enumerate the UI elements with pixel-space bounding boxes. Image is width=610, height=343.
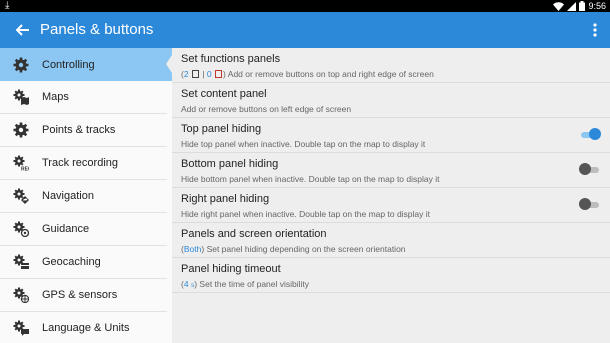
timeout-value: 4: [183, 279, 189, 289]
sidebar-item-label: Maps: [42, 91, 69, 103]
sidebar-item-label: Geocaching: [42, 256, 101, 268]
svg-text:REC: REC: [21, 167, 29, 172]
more-vert-icon[interactable]: [588, 19, 602, 41]
sidebar-item-label: GPS & sensors: [42, 289, 118, 301]
setting-title: Set functions panels: [181, 53, 281, 65]
sidebar-item-controlling[interactable]: Controlling: [0, 48, 172, 81]
sidebar-item-label: Controlling: [42, 58, 95, 71]
maps-gear-icon: [0, 89, 42, 105]
setting-top-panel-hiding[interactable]: Top panel hiding Hide top panel when ina…: [172, 118, 610, 153]
arrow-back-icon[interactable]: [12, 19, 34, 41]
setting-panels-orientation[interactable]: Panels and screen orientation (Both) Set…: [172, 223, 610, 258]
setting-description: (2 | 0 ) Add or remove buttons on top an…: [181, 69, 434, 79]
sidebar-item-label: Navigation: [42, 190, 94, 202]
setting-description: Hide bottom panel when inactive. Double …: [181, 174, 440, 184]
right-panel-icon: [215, 70, 223, 78]
setting-content-panel[interactable]: Set content panel Add or remove buttons …: [172, 83, 610, 118]
setting-title: Top panel hiding: [181, 123, 262, 135]
sidebar: Controlling Maps Points & tracks REC Tra…: [0, 48, 172, 343]
sidebar-item-points-tracks[interactable]: Points & tracks: [0, 114, 167, 147]
right-panel-hiding-toggle[interactable]: [579, 198, 601, 212]
download-icon: ⤓: [5, 0, 10, 11]
setting-panel-hiding-timeout[interactable]: Panel hiding timeout (4 s) Set the time …: [172, 258, 610, 293]
setting-description: (Both) Set panel hiding depending on the…: [181, 244, 406, 254]
setting-title: Set content panel: [181, 88, 267, 100]
sidebar-item-label: Guidance: [42, 223, 90, 235]
setting-description: (4 s) Set the time of panel visibility: [181, 279, 310, 289]
app-bar: Panels & buttons: [0, 12, 610, 48]
battery-icon: [579, 1, 586, 11]
setting-description: Hide right panel when inactive. Double t…: [181, 209, 431, 219]
bottom-panel-hiding-toggle[interactable]: [579, 163, 601, 177]
setting-description: Add or remove buttons on left edge of sc…: [181, 104, 352, 114]
setting-bottom-panel-hiding[interactable]: Bottom panel hiding Hide bottom panel wh…: [172, 153, 610, 188]
setting-title: Right panel hiding: [181, 193, 270, 205]
status-bar: ⤓ 9:56: [0, 0, 610, 12]
sidebar-item-label: Track recording: [42, 157, 119, 169]
top-panel-hiding-toggle[interactable]: [579, 128, 601, 142]
clock: 9:56: [588, 1, 606, 11]
gps-gear-icon: [0, 287, 42, 303]
setting-title: Panels and screen orientation: [181, 228, 327, 240]
geocaching-gear-icon: [0, 254, 42, 270]
right-panel-count: 0: [206, 69, 212, 79]
gear-icon: [0, 57, 42, 73]
sidebar-item-label: Points & tracks: [42, 124, 116, 136]
setting-functions-panels[interactable]: Set functions panels (2 | 0 ) Add or rem…: [172, 48, 610, 83]
rec-gear-icon: REC: [0, 155, 42, 171]
sidebar-item-guidance[interactable]: Guidance: [0, 213, 167, 246]
sidebar-item-maps[interactable]: Maps: [0, 81, 167, 114]
status-icons: 9:56: [553, 0, 606, 12]
sidebar-item-track-recording[interactable]: REC Track recording: [0, 147, 167, 180]
guidance-gear-icon: [0, 221, 42, 237]
wifi-icon: [553, 1, 565, 11]
setting-title: Bottom panel hiding: [181, 158, 279, 170]
signal-icon: [567, 1, 577, 11]
page-title: Panels & buttons: [40, 21, 154, 38]
setting-title: Panel hiding timeout: [181, 263, 281, 275]
sidebar-item-geocaching[interactable]: Geocaching: [0, 246, 167, 279]
navigation-gear-icon: [0, 188, 42, 204]
setting-description: Hide top panel when inactive. Double tap…: [181, 139, 426, 149]
sidebar-item-navigation[interactable]: Navigation: [0, 180, 167, 213]
top-panel-icon: [191, 70, 199, 78]
settings-list: Set functions panels (2 | 0 ) Add or rem…: [172, 48, 610, 343]
top-panel-count: 2: [183, 69, 189, 79]
sidebar-item-label: Language & Units: [42, 322, 130, 334]
orientation-value: Both: [183, 244, 202, 254]
sidebar-item-gps-sensors[interactable]: GPS & sensors: [0, 279, 167, 312]
setting-right-panel-hiding[interactable]: Right panel hiding Hide right panel when…: [172, 188, 610, 223]
language-gear-icon: [0, 320, 42, 336]
sidebar-item-language-units[interactable]: Language & Units: [0, 312, 167, 343]
gear-icon: [0, 122, 42, 138]
